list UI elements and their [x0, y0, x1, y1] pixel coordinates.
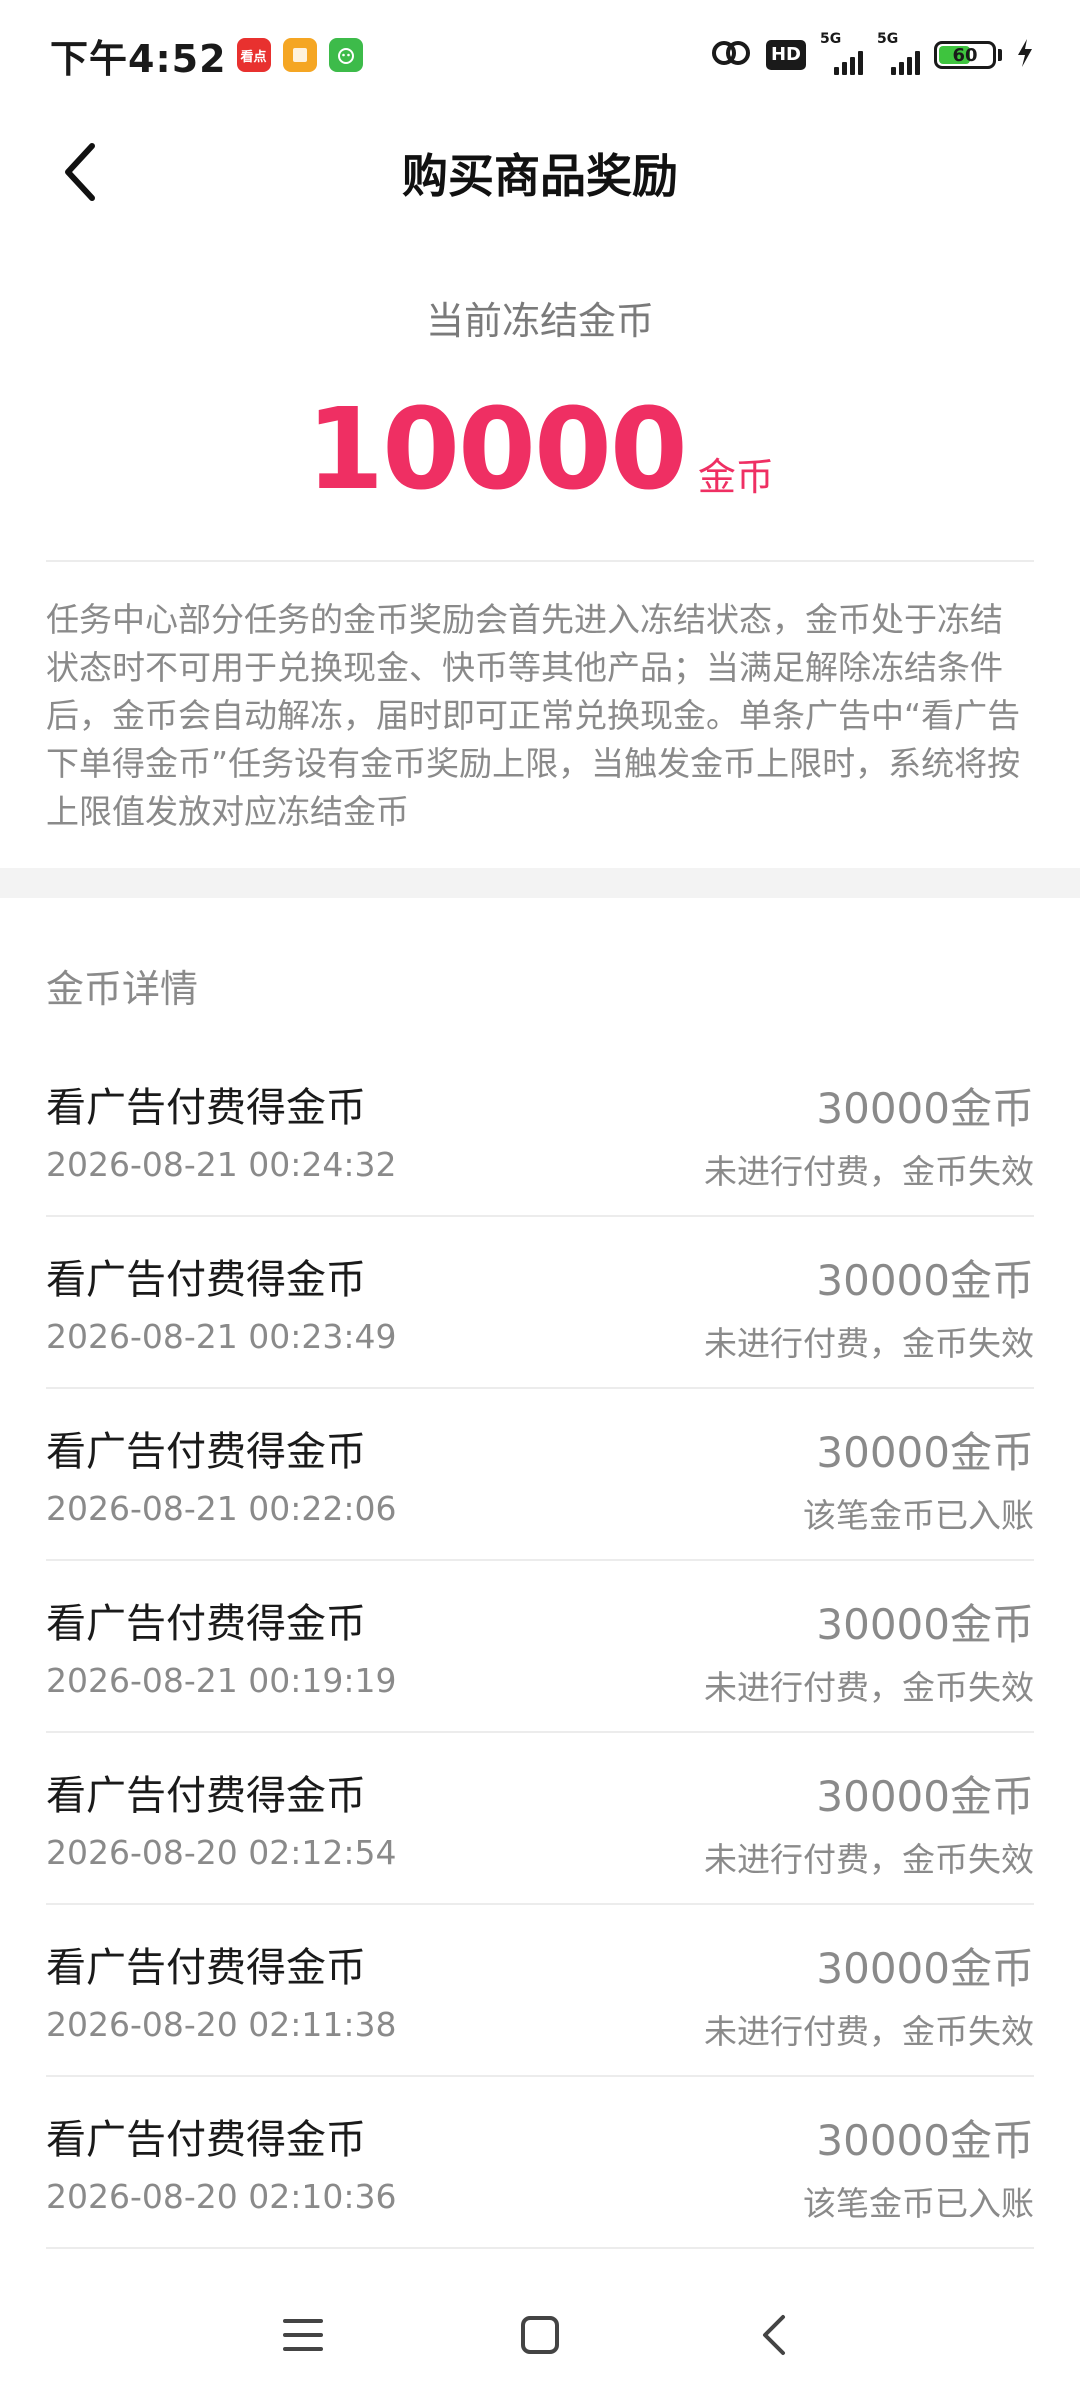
record-title: 看广告付费得金币	[46, 1429, 366, 1475]
record-amount: 30000金币	[816, 1428, 1034, 1477]
kandian-app-icon: 看点	[236, 38, 271, 72]
record-status: 该笔金币已入账	[803, 2184, 1034, 2223]
record-time: 2026-08-21 00:22:06	[46, 1489, 397, 1528]
coin-details-header: 金币详情	[46, 967, 199, 1011]
record-title: 看广告付费得金币	[46, 1773, 366, 1819]
green-app-icon	[328, 38, 363, 72]
record-time: 2026-08-21 00:24:32	[46, 1145, 397, 1184]
list-item[interactable]: 看广告付费得金币 2026-08-21 00:22:06 30000金币 该笔金…	[46, 1389, 1034, 1561]
record-amount: 30000金币	[816, 1084, 1034, 1133]
home-button[interactable]	[500, 2295, 580, 2375]
link-icon	[710, 38, 752, 72]
record-status: 未进行付费，金币失效	[704, 2012, 1034, 2051]
list-item[interactable]: 看广告付费得金币 2026-08-21 00:19:19 30000金币 未进行…	[46, 1561, 1034, 1733]
record-time: 2026-08-20 02:12:54	[46, 1833, 397, 1872]
record-amount: 30000金币	[816, 1772, 1034, 1821]
frozen-rules-description: 任务中心部分任务的金币奖励会首先进入冻结状态，金币处于冻结状态时不可用于兑换现金…	[46, 600, 1021, 831]
record-title: 看广告付费得金币	[46, 1601, 366, 1647]
status-bar: 下午4:52 看点 HD 5G 5G 60	[0, 0, 1080, 110]
nav-bar: 购买商品奖励	[0, 110, 1080, 236]
back-button[interactable]	[40, 132, 120, 212]
page-title: 购买商品奖励	[402, 149, 678, 203]
record-time: 2026-08-20 02:11:38	[46, 2005, 397, 2044]
record-status: 未进行付费，金币失效	[704, 1324, 1034, 1363]
record-time: 2026-08-21 00:19:19	[46, 1661, 397, 1700]
record-status: 未进行付费，金币失效	[704, 1668, 1034, 1707]
record-amount: 30000金币	[816, 1944, 1034, 1993]
list-item[interactable]: 看广告付费得金币 2026-08-21 00:24:32 30000金币 未进行…	[46, 1045, 1034, 1217]
record-amount: 30000金币	[816, 1256, 1034, 1305]
notification-icons: 看点	[236, 38, 363, 72]
system-back-button[interactable]	[735, 2295, 815, 2375]
status-indicators: HD 5G 5G 60	[710, 31, 1034, 75]
list-item[interactable]: 看广告付费得金币 2026-08-20 02:10:36 30000金币 该笔金…	[46, 2077, 1034, 2249]
back-arrow-icon	[65, 143, 95, 201]
frozen-coins-summary: 10000 金币	[0, 385, 1080, 515]
record-title: 看广告付费得金币	[46, 2117, 366, 2163]
system-navigation-bar	[0, 2270, 1080, 2400]
record-amount: 30000金币	[816, 2116, 1034, 2165]
signal-2-icon: 5G	[877, 31, 920, 75]
recent-apps-button[interactable]	[263, 2295, 343, 2375]
record-amount: 30000金币	[816, 1600, 1034, 1649]
notes-app-icon	[282, 38, 317, 72]
record-title: 看广告付费得金币	[46, 1085, 366, 1131]
hd-voice-badge: HD	[765, 40, 806, 70]
signal-1-icon: 5G	[820, 31, 863, 75]
record-status: 未进行付费，金币失效	[704, 1840, 1034, 1879]
frozen-coins-unit: 金币	[697, 455, 774, 499]
menu-icon	[283, 2319, 323, 2351]
list-item[interactable]: 看广告付费得金币 2026-08-21 00:23:49 30000金币 未进行…	[46, 1217, 1034, 1389]
battery-icon: 60	[934, 41, 1002, 69]
record-time: 2026-08-20 02:10:36	[46, 2177, 397, 2216]
record-status: 该笔金币已入账	[803, 1496, 1034, 1535]
charging-icon	[1016, 38, 1034, 72]
divider	[46, 560, 1034, 562]
frozen-coins-amount: 10000	[306, 385, 688, 515]
chevron-left-icon	[763, 2315, 785, 2355]
record-title: 看广告付费得金币	[46, 1945, 366, 1991]
coin-records-list: 看广告付费得金币 2026-08-21 00:24:32 30000金币 未进行…	[46, 1045, 1034, 2249]
square-home-icon	[521, 2316, 559, 2354]
record-status: 未进行付费，金币失效	[704, 1152, 1034, 1191]
section-separator	[0, 868, 1080, 898]
list-item[interactable]: 看广告付费得金币 2026-08-20 02:11:38 30000金币 未进行…	[46, 1905, 1034, 2077]
record-time: 2026-08-21 00:23:49	[46, 1317, 397, 1356]
status-time: 下午4:52	[50, 36, 227, 81]
frozen-coins-label: 当前冻结金币	[425, 299, 654, 343]
list-item[interactable]: 看广告付费得金币 2026-08-20 02:12:54 30000金币 未进行…	[46, 1733, 1034, 1905]
record-title: 看广告付费得金币	[46, 1257, 366, 1303]
